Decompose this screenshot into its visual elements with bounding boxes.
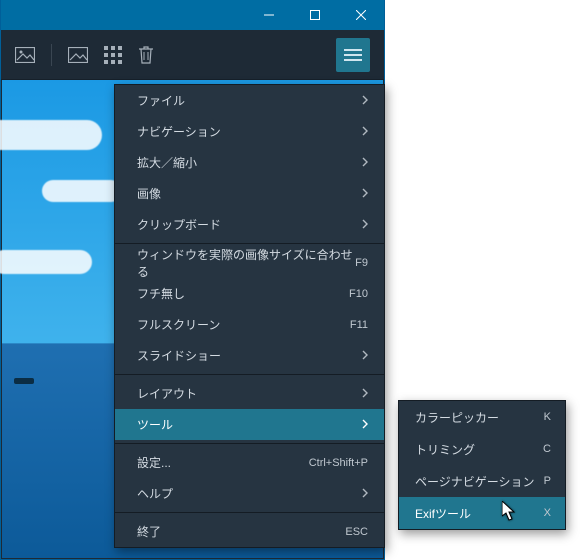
menu-item[interactable]: レイアウト [115, 378, 384, 409]
trash-icon[interactable] [138, 46, 154, 64]
menu-item-shortcut: K [544, 411, 551, 423]
menu-item-label: Exifツール [415, 505, 544, 522]
menu-item-shortcut: X [544, 507, 551, 519]
chevron-right-icon [362, 156, 368, 170]
menu-item-label: フチ無し [137, 285, 349, 302]
menu-item[interactable]: トリミングC [399, 433, 565, 465]
menu-item-label: トリミング [415, 441, 543, 458]
menu-item[interactable]: カラーピッカーK [399, 401, 565, 433]
grid-icon[interactable] [104, 46, 122, 64]
menu-separator [115, 374, 384, 375]
chevron-right-icon [362, 218, 368, 232]
hamburger-menu-button[interactable] [336, 38, 370, 72]
chevron-right-icon [362, 418, 368, 432]
image-icon[interactable] [15, 47, 35, 63]
window-close-button[interactable] [338, 0, 384, 30]
menu-item[interactable]: ファイル [115, 85, 384, 116]
menu-item[interactable]: 画像 [115, 178, 384, 209]
menu-separator [115, 243, 384, 244]
menu-item-label: レイアウト [137, 385, 362, 402]
menu-item-label: ナビゲーション [137, 123, 362, 140]
toolbar-divider [51, 44, 52, 66]
menu-item[interactable]: 設定...Ctrl+Shift+P [115, 447, 384, 478]
main-menu: ファイルナビゲーション拡大／縮小画像クリップボード ウィンドウを実際の画像サイズ… [114, 84, 385, 548]
menu-item-shortcut: P [544, 475, 551, 487]
menu-item-label: ウィンドウを実際の画像サイズに合わせる [137, 246, 355, 280]
image-outline-icon[interactable] [68, 47, 88, 63]
menu-item-label: 設定... [137, 454, 309, 471]
menu-item-label: 画像 [137, 185, 362, 202]
menu-separator [115, 512, 384, 513]
menu-item-label: フルスクリーン [137, 316, 350, 333]
menu-item[interactable]: ウィンドウを実際の画像サイズに合わせるF9 [115, 247, 384, 278]
menu-item[interactable]: スライドショー [115, 340, 384, 371]
chevron-right-icon [362, 387, 368, 401]
menu-item-shortcut: ESC [345, 526, 368, 538]
chevron-right-icon [362, 94, 368, 108]
menu-item-shortcut: F10 [349, 288, 368, 300]
hamburger-icon [344, 49, 362, 61]
chevron-right-icon [362, 487, 368, 501]
menu-item[interactable]: ツール [115, 409, 384, 440]
menu-item[interactable]: ヘルプ [115, 478, 384, 509]
menu-item-label: カラーピッカー [415, 409, 544, 426]
menu-item-label: ヘルプ [137, 485, 362, 502]
menu-item[interactable]: ナビゲーション [115, 116, 384, 147]
menu-item[interactable]: フルスクリーンF11 [115, 309, 384, 340]
menu-item-label: クリップボード [137, 216, 362, 233]
menu-item[interactable]: 拡大／縮小 [115, 147, 384, 178]
menu-item-label: ツール [137, 416, 362, 433]
menu-item-shortcut: F11 [350, 319, 368, 331]
menu-item-label: 拡大／縮小 [137, 154, 362, 171]
menu-item-label: スライドショー [137, 347, 362, 364]
window-maximize-button[interactable] [292, 0, 338, 30]
menu-item[interactable]: クリップボード [115, 209, 384, 240]
toolbar [1, 30, 384, 80]
menu-item[interactable]: フチ無しF10 [115, 278, 384, 309]
titlebar [1, 0, 384, 30]
chevron-right-icon [362, 125, 368, 139]
menu-item-shortcut: F9 [355, 257, 368, 269]
menu-item[interactable]: ページナビゲーションP [399, 465, 565, 497]
tools-submenu: カラーピッカーKトリミングCページナビゲーションPExifツールX [398, 400, 566, 530]
menu-separator [115, 443, 384, 444]
menu-item-shortcut: Ctrl+Shift+P [309, 457, 368, 469]
menu-item[interactable]: 終了ESC [115, 516, 384, 547]
window-minimize-button[interactable] [246, 0, 292, 30]
menu-item-shortcut: C [543, 443, 551, 455]
menu-item[interactable]: ExifツールX [399, 497, 565, 529]
menu-item-label: ファイル [137, 92, 362, 109]
chevron-right-icon [362, 349, 368, 363]
chevron-right-icon [362, 187, 368, 201]
menu-item-label: 終了 [137, 523, 345, 540]
menu-item-label: ページナビゲーション [415, 473, 544, 490]
